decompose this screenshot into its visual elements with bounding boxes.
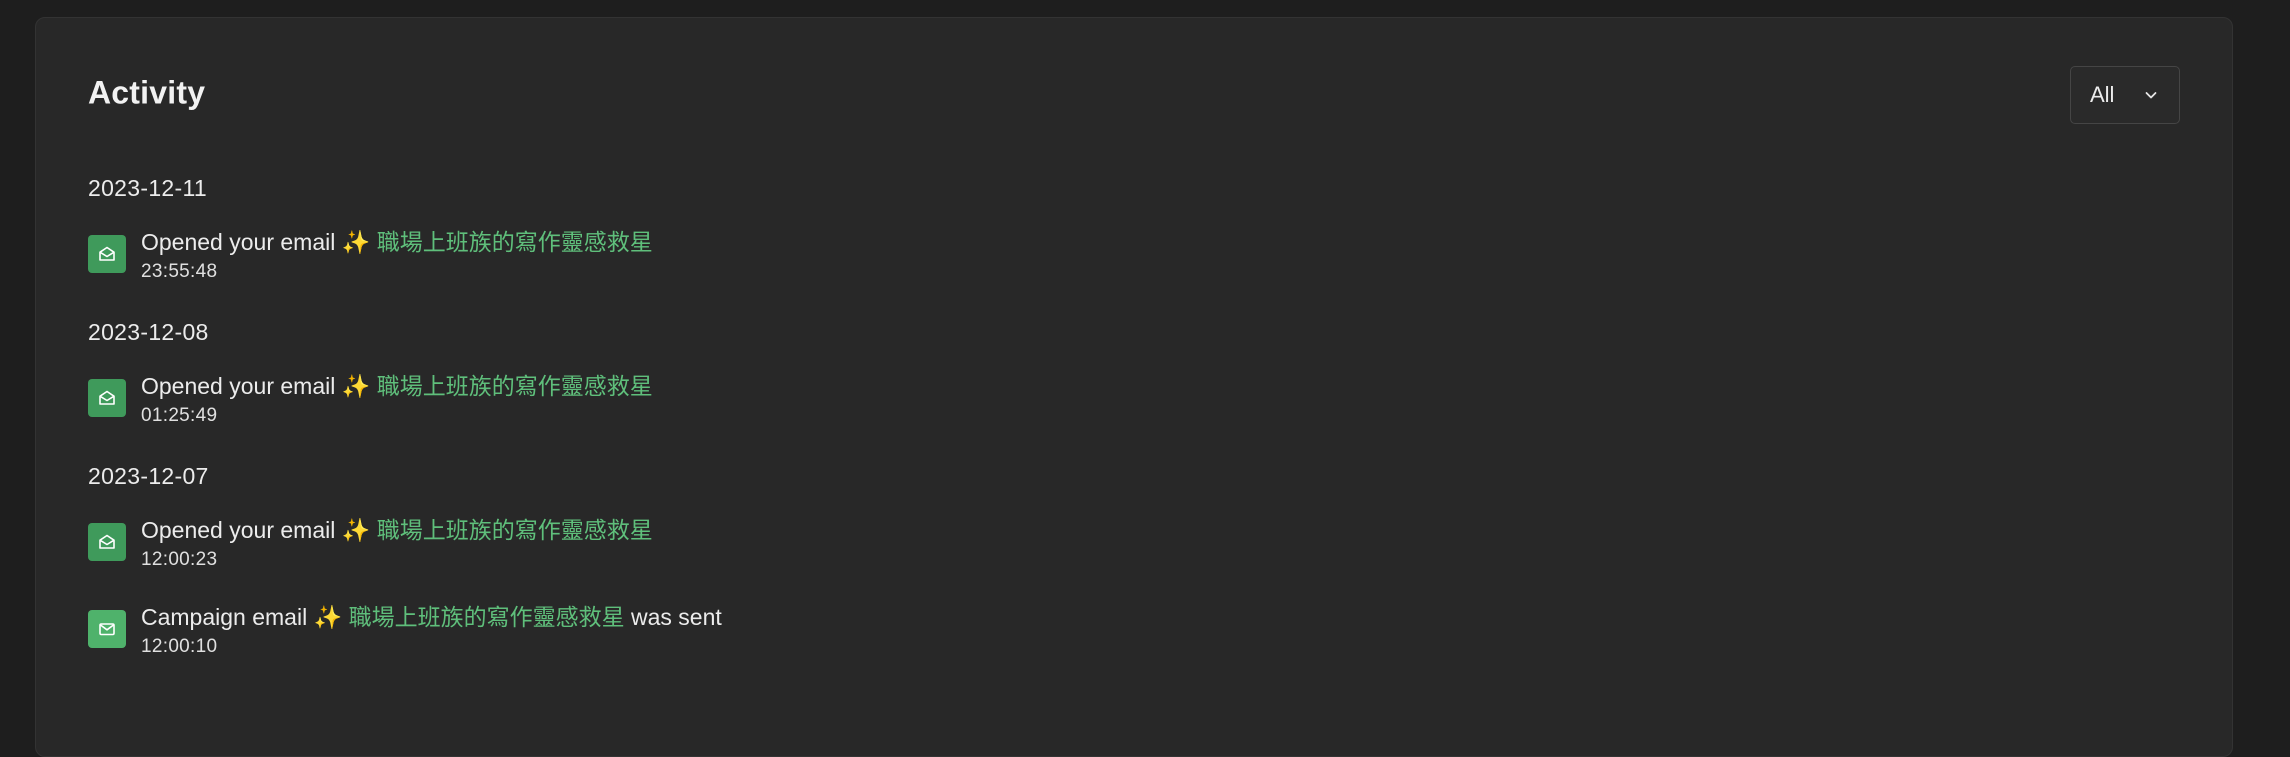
activity-item: Opened your email ✨ 職場上班族的寫作靈感救星 12:00:2… <box>88 514 2180 578</box>
activity-header: Activity All <box>88 66 2180 126</box>
sparkle-icon: ✨ <box>341 517 371 543</box>
email-subject-link[interactable]: 職場上班族的寫作靈感救星 <box>377 517 653 543</box>
activity-action: Opened your email <box>141 517 336 543</box>
sparkle-icon: ✨ <box>341 229 371 255</box>
activity-filter-select[interactable]: All <box>2070 66 2180 124</box>
date-heading: 2023-12-07 <box>88 463 209 489</box>
activity-item: Opened your email ✨ 職場上班族的寫作靈感救星 01:25:4… <box>88 370 2180 434</box>
chevron-down-icon <box>2145 92 2157 99</box>
activity-time: 23:55:48 <box>141 261 218 282</box>
activity-time: 12:00:10 <box>141 636 218 657</box>
activity-suffix: was sent <box>631 604 722 630</box>
activity-item-text: Opened your email ✨ 職場上班族的寫作靈感救星 <box>141 226 653 258</box>
activity-action: Opened your email <box>141 373 336 399</box>
date-heading: 2023-12-08 <box>88 319 209 345</box>
activity-item-text: Opened your email ✨ 職場上班族的寫作靈感救星 <box>141 370 653 402</box>
activity-time: 12:00:23 <box>141 549 218 570</box>
activity-item-body: Opened your email ✨ 職場上班族的寫作靈感救星 12:00:2… <box>141 514 653 574</box>
email-subject-link[interactable]: 職場上班族的寫作靈感救星 <box>349 604 625 630</box>
date-heading: 2023-12-11 <box>88 175 207 201</box>
activity-item-text: Campaign email ✨ 職場上班族的寫作靈感救星 was sent <box>141 601 722 633</box>
activity-list: 2023-12-11 Opened your email ✨ 職場上班族的寫作靈… <box>88 173 2180 692</box>
activity-item: Campaign email ✨ 職場上班族的寫作靈感救星 was sent 1… <box>88 601 2180 665</box>
activity-title: Activity <box>88 74 206 111</box>
date-group: 2023-12-07 Opened your email ✨ 職場上班族的寫作靈… <box>88 461 2180 665</box>
envelope-open-icon <box>88 379 126 417</box>
envelope-open-icon <box>88 523 126 561</box>
sparkle-icon: ✨ <box>313 604 343 630</box>
date-group: 2023-12-11 Opened your email ✨ 職場上班族的寫作靈… <box>88 173 2180 290</box>
activity-time: 01:25:49 <box>141 405 218 426</box>
filter-selected-value: All <box>2090 82 2115 107</box>
activity-item-body: Campaign email ✨ 職場上班族的寫作靈感救星 was sent 1… <box>141 601 722 661</box>
activity-item: Opened your email ✨ 職場上班族的寫作靈感救星 23:55:4… <box>88 226 2180 290</box>
envelope-icon <box>88 610 126 648</box>
date-group: 2023-12-08 Opened your email ✨ 職場上班族的寫作靈… <box>88 317 2180 434</box>
activity-item-text: Opened your email ✨ 職場上班族的寫作靈感救星 <box>141 514 653 546</box>
sparkle-icon: ✨ <box>341 373 371 399</box>
email-subject-link[interactable]: 職場上班族的寫作靈感救星 <box>377 229 653 255</box>
email-subject-link[interactable]: 職場上班族的寫作靈感救星 <box>377 373 653 399</box>
activity-action: Campaign email <box>141 604 308 630</box>
activity-card: Activity All 2023-12-11 Opened your emai… <box>35 17 2233 757</box>
envelope-open-icon <box>88 235 126 273</box>
activity-item-body: Opened your email ✨ 職場上班族的寫作靈感救星 01:25:4… <box>141 370 653 430</box>
activity-action: Opened your email <box>141 229 336 255</box>
activity-item-body: Opened your email ✨ 職場上班族的寫作靈感救星 23:55:4… <box>141 226 653 286</box>
